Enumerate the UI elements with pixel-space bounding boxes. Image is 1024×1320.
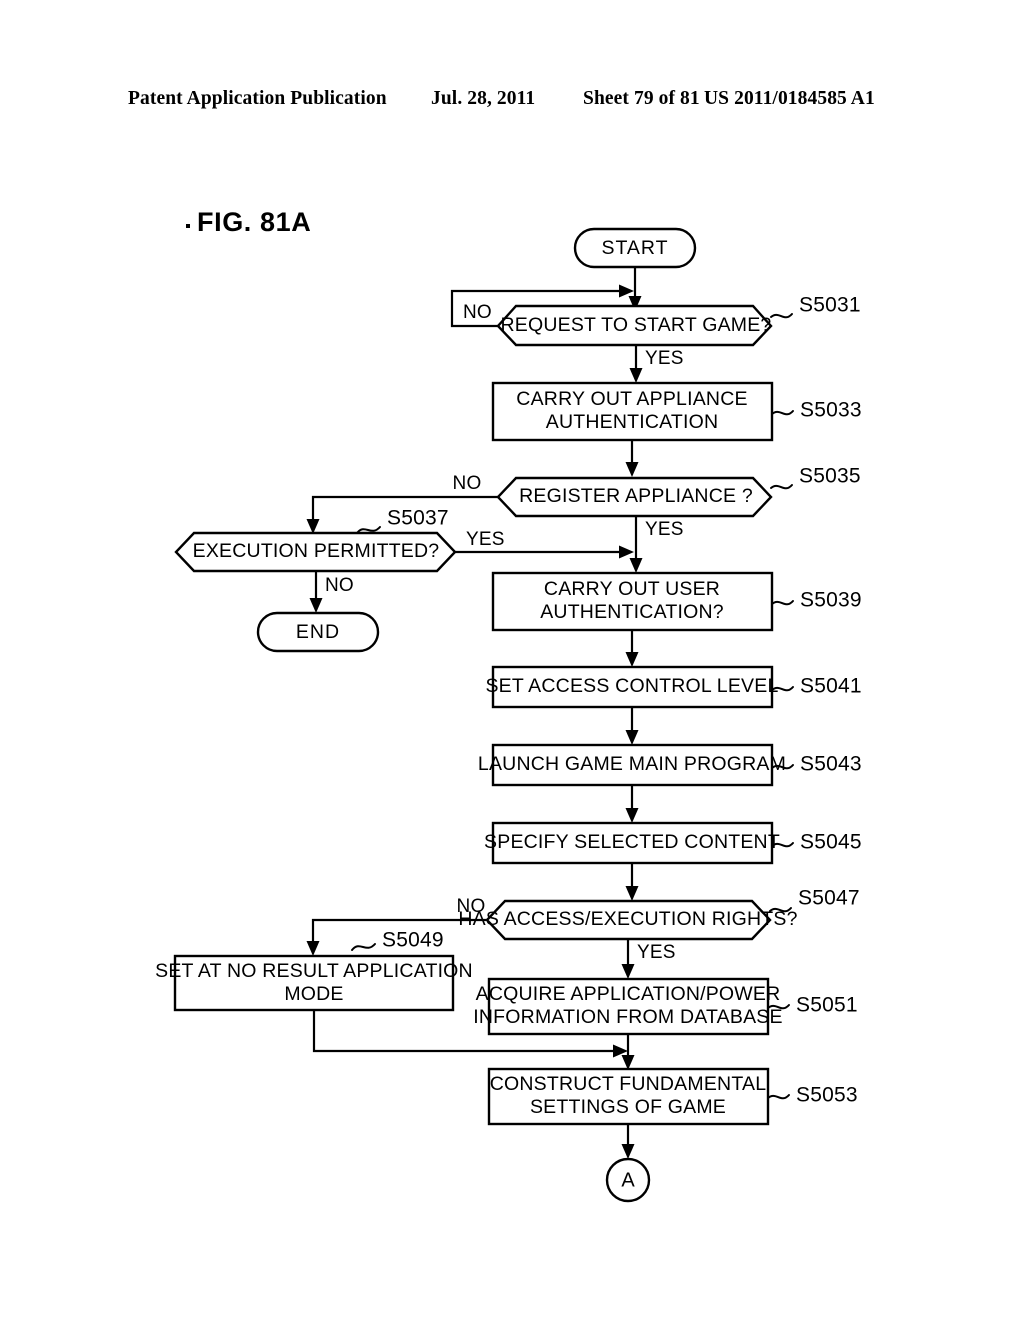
node-s5039: CARRY OUT USER AUTHENTICATION? bbox=[491, 571, 774, 632]
s5053-label-line2: SETTINGS OF GAME bbox=[530, 1096, 726, 1118]
s5031-no-label: NO bbox=[463, 302, 492, 323]
node-s5031: REQUEST TO START GAME? bbox=[496, 304, 773, 347]
step-id-s5045: S5045 bbox=[771, 831, 862, 854]
node-s5051: ACQUIRE APPLICATION/POWER INFORMATION FR… bbox=[473, 977, 783, 1036]
s5049-step-id: S5049 bbox=[382, 929, 444, 952]
s5035-label: REGISTER APPLIANCE ? bbox=[519, 485, 753, 507]
edge-s5041-to-s5043 bbox=[625, 707, 639, 745]
step-id-s5039: S5039 bbox=[771, 589, 862, 612]
s5041-step-id: S5041 bbox=[800, 675, 862, 698]
node-end: END bbox=[256, 611, 380, 653]
s5051-label-line1: ACQUIRE APPLICATION/POWER bbox=[476, 983, 781, 1005]
edge-s5039-to-s5041 bbox=[625, 630, 639, 667]
s5031-label: REQUEST TO START GAME? bbox=[501, 314, 772, 336]
start-label: START bbox=[601, 237, 668, 259]
node-s5043: LAUNCH GAME MAIN PROGRAM bbox=[478, 743, 786, 787]
arrowhead-icon bbox=[625, 730, 639, 745]
s5035-step-id: S5035 bbox=[799, 465, 861, 488]
s5037-yes-label: YES bbox=[466, 529, 505, 550]
s5031-step-id: S5031 bbox=[799, 294, 861, 317]
s5035-yes-label: YES bbox=[645, 519, 684, 540]
node-s5035: REGISTER APPLIANCE ? bbox=[496, 476, 773, 518]
edge-s5037-no-to-end: NO bbox=[309, 571, 354, 613]
s5037-step-id: S5037 bbox=[387, 507, 449, 530]
arrowhead-icon bbox=[625, 886, 639, 901]
s5039-label-line1: CARRY OUT USER bbox=[544, 578, 720, 600]
s5043-label: LAUNCH GAME MAIN PROGRAM bbox=[478, 753, 786, 775]
step-id-s5037: S5037 bbox=[356, 507, 449, 534]
arrowhead-icon bbox=[619, 284, 634, 298]
s5031-yes-label: YES bbox=[645, 348, 684, 369]
s5047-label: HAS ACCESS/EXECUTION RIGHTS? bbox=[458, 908, 797, 930]
s5033-label-line1: CARRY OUT APPLIANCE bbox=[516, 388, 747, 410]
s5047-step-id: S5047 bbox=[798, 887, 860, 910]
s5047-no-label: NO bbox=[457, 896, 486, 917]
s5051-label-line2: INFORMATION FROM DATABASE bbox=[473, 1006, 782, 1028]
s5033-step-id: S5033 bbox=[800, 399, 862, 422]
arrowhead-icon bbox=[621, 1055, 635, 1070]
s5043-step-id: S5043 bbox=[800, 753, 862, 776]
s5045-step-id: S5045 bbox=[800, 831, 862, 854]
edge-start-to-s5031 bbox=[628, 267, 642, 311]
step-id-s5041: S5041 bbox=[771, 675, 862, 698]
s5033-label-line2: AUTHENTICATION bbox=[546, 411, 719, 433]
arrowhead-icon bbox=[625, 462, 639, 477]
step-id-s5031: S5031 bbox=[770, 294, 861, 319]
arrowhead-icon bbox=[306, 941, 320, 956]
s5047-yes-label: YES bbox=[637, 942, 676, 963]
arrowhead-icon bbox=[306, 519, 320, 534]
s5049-label-line1: SET AT NO RESULT APPLICATION bbox=[155, 960, 473, 982]
node-s5053: CONSTRUCT FUNDAMENTAL SETTINGS OF GAME bbox=[487, 1067, 770, 1126]
step-id-s5035: S5035 bbox=[770, 465, 861, 490]
s5051-step-id: S5051 bbox=[796, 994, 858, 1017]
edge-s5031-yes-to-s5033: YES bbox=[629, 345, 684, 383]
arrowhead-icon bbox=[621, 1144, 635, 1159]
node-s5045: SPECIFY SELECTED CONTENT bbox=[484, 821, 780, 865]
s5037-label: EXECUTION PERMITTED? bbox=[193, 540, 440, 562]
s5045-label: SPECIFY SELECTED CONTENT bbox=[484, 831, 780, 853]
arrowhead-icon bbox=[629, 368, 643, 383]
edge-s5037-yes-to-s5039: YES bbox=[455, 529, 634, 559]
node-s5033: CARRY OUT APPLIANCE AUTHENTICATION bbox=[491, 381, 774, 442]
edge-s5035-yes-to-s5039: YES bbox=[629, 516, 684, 573]
edge-s5047-yes-to-s5051: YES bbox=[621, 939, 676, 979]
patent-figure-page: Patent Application Publication Jul. 28, … bbox=[0, 0, 1024, 1320]
arrowhead-icon bbox=[309, 598, 323, 613]
s5049-label-line2: MODE bbox=[284, 983, 343, 1005]
s5039-label-line2: AUTHENTICATION? bbox=[540, 601, 724, 623]
s5039-step-id: S5039 bbox=[800, 589, 862, 612]
arrowhead-icon bbox=[625, 652, 639, 667]
s5053-step-id: S5053 bbox=[796, 1084, 858, 1107]
edge-s5043-to-s5045 bbox=[625, 785, 639, 823]
edge-s5045-to-s5047 bbox=[625, 863, 639, 901]
s5041-label: SET ACCESS CONTROL LEVEL bbox=[485, 675, 778, 697]
node-s5049: SET AT NO RESULT APPLICATION MODE bbox=[155, 954, 473, 1012]
step-id-s5049: S5049 bbox=[351, 929, 444, 952]
flowchart: START REQUEST TO START GAME? S5031 NO YE… bbox=[155, 227, 862, 1203]
end-label: END bbox=[296, 621, 340, 643]
node-connector-a: A bbox=[605, 1157, 651, 1203]
node-s5047: HAS ACCESS/EXECUTION RIGHTS? bbox=[458, 899, 797, 941]
arrowhead-icon bbox=[625, 808, 639, 823]
s5037-no-label: NO bbox=[325, 575, 354, 596]
node-s5037: EXECUTION PERMITTED? bbox=[174, 531, 457, 573]
step-id-s5053: S5053 bbox=[767, 1084, 858, 1107]
connector-a-label: A bbox=[621, 1169, 635, 1191]
arrowhead-icon bbox=[629, 558, 643, 573]
edge-s5033-to-s5035 bbox=[625, 440, 639, 477]
step-id-s5033: S5033 bbox=[771, 399, 862, 422]
s5035-no-label: NO bbox=[453, 473, 482, 494]
node-s5041: SET ACCESS CONTROL LEVEL bbox=[485, 665, 778, 709]
node-start: START bbox=[573, 227, 697, 269]
edge-s5053-to-connector-a bbox=[621, 1124, 635, 1159]
arrowhead-icon bbox=[621, 964, 635, 979]
s5053-label-line1: CONSTRUCT FUNDAMENTAL bbox=[490, 1073, 767, 1095]
arrowhead-icon bbox=[619, 545, 634, 559]
